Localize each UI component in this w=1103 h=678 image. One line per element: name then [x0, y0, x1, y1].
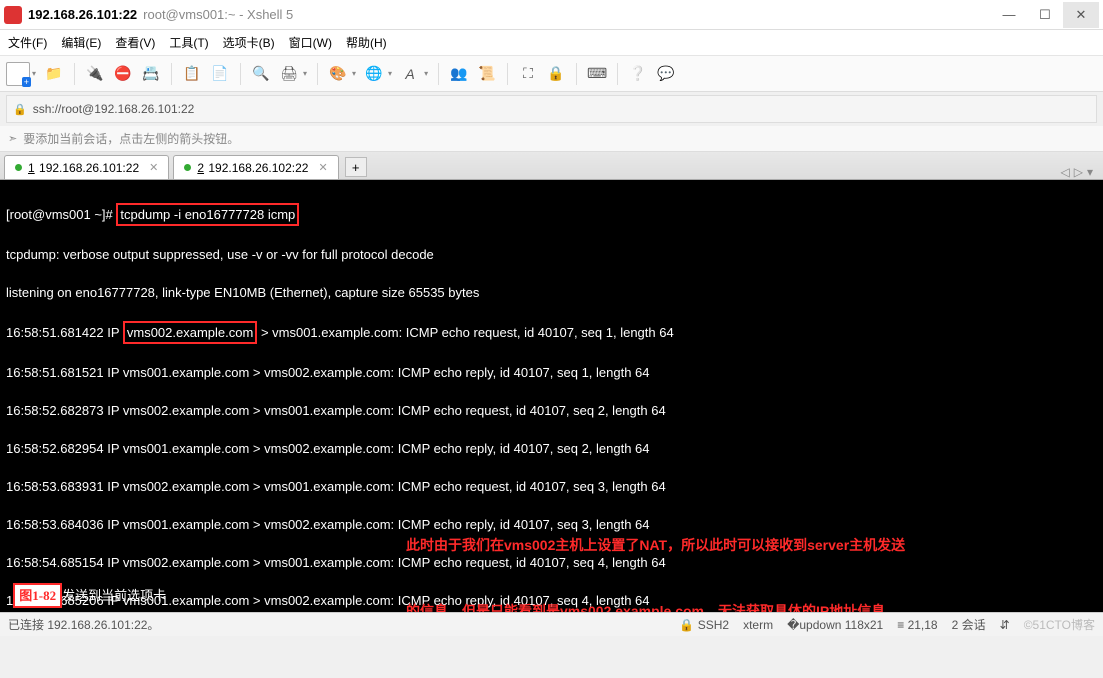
- properties-button[interactable]: 📇: [139, 62, 163, 86]
- hint-text: 要添加当前会话，点击左侧的箭头按钮。: [23, 130, 239, 147]
- menu-tools[interactable]: 工具(T): [169, 34, 208, 51]
- menu-help[interactable]: 帮助(H): [346, 34, 387, 51]
- window-title-path: root@vms001:~ - Xshell 5: [143, 7, 293, 22]
- open-button[interactable]: 📁: [42, 62, 66, 86]
- chevron-down-icon[interactable]: ▾: [352, 69, 356, 78]
- copy-button[interactable]: 📋: [180, 62, 204, 86]
- status-size: �updown 118x21: [787, 618, 883, 632]
- lock-icon: 🔒: [13, 103, 27, 116]
- status-ssh: 🔒 SSH2: [679, 618, 729, 632]
- session-tabs: 1 192.168.26.101:22 ✕ 2 192.168.26.102:2…: [0, 152, 1103, 180]
- fullscreen-button[interactable]: ⛶: [516, 62, 540, 86]
- close-button[interactable]: ✕: [1063, 2, 1099, 28]
- title-bar: 192.168.26.101:22 root@vms001:~ - Xshell…: [0, 0, 1103, 30]
- chevron-down-icon[interactable]: ▾: [388, 69, 392, 78]
- print-button[interactable]: 🖨: [277, 62, 301, 86]
- minimize-button[interactable]: —: [991, 2, 1027, 28]
- menu-window[interactable]: 窗口(W): [289, 34, 332, 51]
- chevron-down-icon[interactable]: ▾: [424, 69, 428, 78]
- close-tab-icon[interactable]: ✕: [318, 161, 327, 174]
- status-pos: ≡ 21,18: [897, 618, 937, 632]
- users-button[interactable]: 👥: [447, 62, 471, 86]
- reconnect-button[interactable]: 🔌: [83, 62, 107, 86]
- tab-prev-icon[interactable]: ◁: [1061, 165, 1070, 179]
- disconnect-button[interactable]: ⛔: [111, 62, 135, 86]
- status-connection: 已连接 192.168.26.101:22。: [8, 616, 159, 633]
- hint-bar: ➣ 要添加当前会话，点击左侧的箭头按钮。: [0, 126, 1103, 152]
- annotation-note: 此时由于我们在vms002主机上设置了NAT，所以此时可以接收到server主机…: [406, 496, 1046, 612]
- app-icon: [4, 6, 22, 24]
- search-button[interactable]: 🔍: [249, 62, 273, 86]
- menu-tab[interactable]: 选项卡(B): [223, 34, 275, 51]
- script-button[interactable]: 📜: [475, 62, 499, 86]
- chevron-down-icon[interactable]: ▾: [1087, 165, 1093, 179]
- highlight-command: tcpdump -i eno16777728 icmp: [116, 203, 299, 226]
- keyboard-button[interactable]: ⌨: [585, 62, 609, 86]
- status-dot-icon: [15, 164, 22, 171]
- menu-view[interactable]: 查看(V): [115, 34, 155, 51]
- add-tab-button[interactable]: +: [345, 157, 367, 177]
- address-bar[interactable]: 🔒 ssh://root@192.168.26.101:22: [6, 95, 1097, 123]
- lang-button[interactable]: 🌐: [362, 62, 386, 86]
- help-button[interactable]: ❔: [626, 62, 650, 86]
- window-title-host: 192.168.26.101:22: [28, 7, 137, 22]
- watermark: ©51CTO博客: [1024, 616, 1095, 633]
- menu-edit[interactable]: 编辑(E): [61, 34, 101, 51]
- tab-next-icon[interactable]: ▷: [1074, 165, 1083, 179]
- font-button[interactable]: A: [398, 62, 422, 86]
- status-term: xterm: [743, 618, 773, 632]
- highlight-host: vms002.example.com: [123, 321, 257, 344]
- arrow-icon[interactable]: ➣: [8, 132, 17, 145]
- menu-bar: 文件(F) 编辑(E) 查看(V) 工具(T) 选项卡(B) 窗口(W) 帮助(…: [0, 30, 1103, 56]
- address-text: ssh://root@192.168.26.101:22: [33, 102, 195, 116]
- new-session-button[interactable]: [6, 62, 30, 86]
- chevron-down-icon[interactable]: ▾: [32, 69, 36, 78]
- status-dot-icon: [184, 164, 191, 171]
- paste-button[interactable]: 📄: [208, 62, 232, 86]
- tab-session-2[interactable]: 2 192.168.26.102:22 ✕: [173, 155, 338, 179]
- maximize-button[interactable]: ☐: [1027, 2, 1063, 28]
- chevron-up-down-icon[interactable]: ⇵: [1000, 618, 1010, 632]
- chat-button[interactable]: 💬: [654, 62, 678, 86]
- terminal-output[interactable]: [root@vms001 ~]# tcpdump -i eno16777728 …: [0, 180, 1103, 612]
- tab-session-1[interactable]: 1 192.168.26.101:22 ✕: [4, 155, 169, 179]
- color-button[interactable]: 🎨: [326, 62, 350, 86]
- status-bar: 已连接 192.168.26.101:22。 🔒 SSH2 xterm �upd…: [0, 612, 1103, 636]
- close-tab-icon[interactable]: ✕: [149, 161, 158, 174]
- status-sessions: 2 会话: [952, 616, 986, 633]
- toolbar: ▾ 📁 🔌 ⛔ 📇 📋 📄 🔍 🖨▾ 🎨▾ 🌐▾ A▾ 👥 📜 ⛶ 🔒 ⌨ ❔ …: [0, 56, 1103, 92]
- lock-button[interactable]: 🔒: [544, 62, 568, 86]
- menu-file[interactable]: 文件(F): [8, 34, 47, 51]
- figure-label: 图1-82发送到当前选项卡: [6, 564, 166, 608]
- chevron-down-icon[interactable]: ▾: [303, 69, 307, 78]
